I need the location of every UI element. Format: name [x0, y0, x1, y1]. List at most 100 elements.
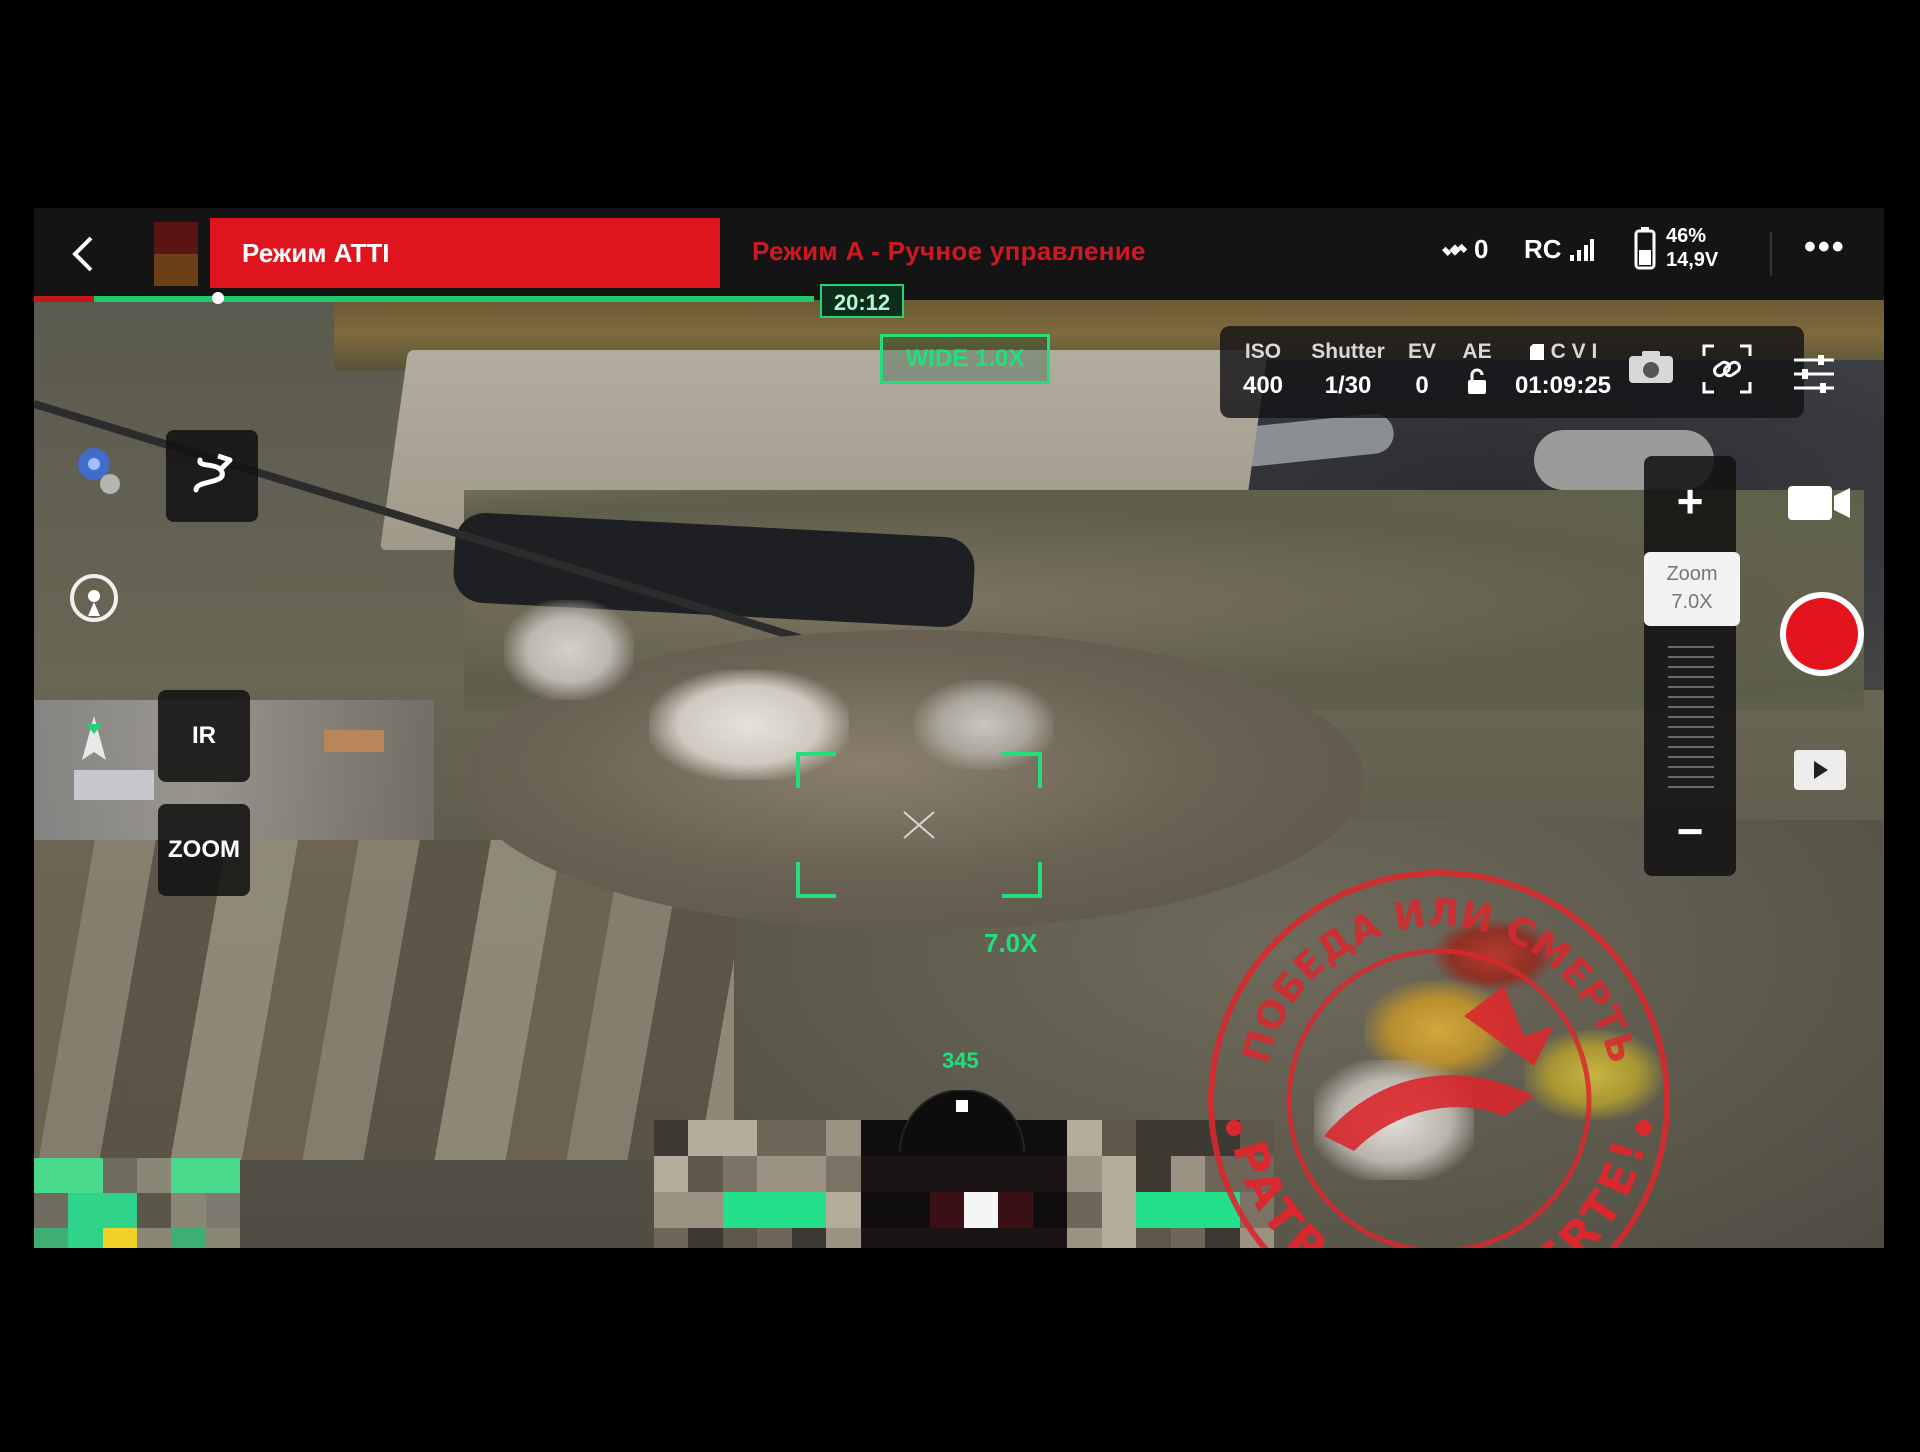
mosaic-pixel [895, 1156, 930, 1192]
mosaic-pixel [171, 1193, 206, 1228]
mosaic-pixel [34, 1193, 69, 1228]
mosaic-pixel [688, 1192, 723, 1228]
iso-label: ISO [1244, 340, 1282, 363]
mosaic-pixel [860, 1228, 896, 1248]
aircraft-status-icon[interactable] [154, 222, 198, 286]
top-status-bar: Режим ATTI Режим A - Ручное управление 0… [34, 208, 1884, 300]
more-options-button[interactable]: ••• [1804, 228, 1846, 267]
mosaic-pixel [1101, 1120, 1137, 1156]
mosaic-pixel [963, 1156, 999, 1192]
mosaic-pixel [688, 1156, 723, 1192]
satellite-count: 0 [1474, 234, 1489, 264]
shutter-label: Shutter [1311, 340, 1385, 363]
reticle-zoom-label: 7.0X [984, 928, 1038, 958]
mosaic-pixel [1136, 1120, 1171, 1156]
mosaic-pixel [1032, 1120, 1068, 1156]
home-point-icon[interactable] [64, 570, 124, 630]
mosaic-pixel [826, 1192, 861, 1228]
mosaic-pixel [205, 1228, 240, 1248]
mosaic-pixel [102, 1158, 137, 1193]
video-mode-icon[interactable] [1786, 480, 1852, 526]
mosaic-pixel [860, 1120, 896, 1156]
record-time-remaining: 01:09:25 [1514, 372, 1612, 399]
zoom-slider-ticks[interactable] [1668, 646, 1714, 796]
rc-label: RC [1524, 234, 1562, 264]
battery-icon [1634, 227, 1656, 270]
zoom-title: Zoom [1666, 563, 1718, 585]
mosaic-pixel [136, 1193, 172, 1228]
zoom-slider[interactable]: + Zoom 7.0X − [1644, 456, 1740, 876]
mosaic-pixel [34, 1158, 69, 1193]
mosaic-pixel [68, 1193, 103, 1228]
mosaic-pixel [722, 1120, 758, 1156]
mosaic-pixel [757, 1228, 792, 1248]
mosaic-pixel [1032, 1156, 1068, 1192]
playback-button[interactable] [1794, 750, 1846, 790]
mosaic-pixel [998, 1192, 1033, 1228]
flight-route-button[interactable] [166, 430, 258, 522]
mosaic-pixel [895, 1192, 930, 1228]
mosaic-pixel [791, 1192, 827, 1228]
mosaic-pixel [1101, 1228, 1137, 1248]
seal-bottom-text: PATRIA O MUERTE! [1222, 1134, 1656, 1248]
mosaic-pixel [929, 1156, 964, 1192]
topbar-divider [1770, 232, 1772, 276]
iso-value: 400 [1242, 372, 1284, 399]
mosaic-pixel [102, 1228, 137, 1248]
zoom-lens-button[interactable]: ZOOM [158, 804, 250, 896]
link-icon[interactable] [1700, 342, 1754, 396]
mosaic-pixel [1170, 1156, 1206, 1192]
route-icon [193, 453, 233, 493]
zoom-in-button[interactable]: + [1644, 466, 1736, 536]
flight-mode-description: Режим A - Ручное управление [752, 236, 1146, 266]
mosaic-pixel [963, 1228, 999, 1248]
camera-feed: IR ZOOM 7.0X 345 ПОБЕДА ИЛИ СМЕРТЬ PATRI… [34, 300, 1884, 1248]
target-reticle [796, 752, 1042, 898]
pixelated-minimap [34, 1158, 240, 1248]
signal-bars-icon [1569, 238, 1594, 261]
mosaic-pixel [963, 1192, 999, 1228]
settings-sliders-icon[interactable] [1790, 350, 1838, 398]
shutter-value: 1/30 [1324, 372, 1372, 399]
mosaic-pixel [826, 1228, 861, 1248]
battery-percent: 46% [1666, 225, 1707, 247]
flight-progress-handle [212, 292, 224, 304]
svg-text:PATRIA O MUERTE!: PATRIA O MUERTE! [1222, 1134, 1656, 1248]
gps-status[interactable]: 0 [1442, 234, 1488, 265]
mosaic-pixel [68, 1228, 103, 1248]
svg-text:ПОБЕДА ИЛИ СМЕРТЬ: ПОБЕДА ИЛИ СМЕРТЬ [1233, 891, 1644, 1068]
zoom-value: 7.0X [1671, 591, 1713, 613]
camera-settings-panel[interactable]: ISO 400 Shutter 1/30 EV 0 AE C V I 01:09… [1220, 326, 1804, 418]
ev-value: 0 [1415, 372, 1429, 399]
mosaic-pixel [1101, 1192, 1137, 1228]
flight-mode-banner[interactable]: Режим ATTI [210, 218, 720, 288]
mosaic-pixel [791, 1120, 827, 1156]
sd-card-icon [1529, 344, 1544, 360]
drone-controller-screen: IR ZOOM 7.0X 345 ПОБЕДА ИЛИ СМЕРТЬ PATRI… [34, 208, 1884, 1248]
mosaic-pixel [1032, 1192, 1068, 1228]
mosaic-pixel [654, 1228, 689, 1248]
mosaic-pixel [205, 1158, 240, 1193]
back-button[interactable] [62, 230, 102, 278]
photo-mode-icon[interactable] [1628, 350, 1674, 384]
mosaic-pixel [171, 1228, 206, 1248]
mosaic-pixel [826, 1156, 861, 1192]
mosaic-pixel [654, 1120, 689, 1156]
map-pin-icon [78, 448, 120, 494]
lens-mode-label[interactable]: WIDE 1.0X [880, 334, 1050, 384]
ir-button[interactable]: IR [158, 690, 250, 782]
zoom-out-button[interactable]: − [1644, 796, 1736, 866]
flight-progress-fill [94, 296, 814, 302]
rc-signal[interactable]: RC [1524, 234, 1594, 265]
mosaic-pixel [757, 1192, 792, 1228]
mosaic-pixel [34, 1228, 69, 1248]
house-roof [324, 730, 384, 752]
smoke [504, 600, 634, 700]
battery-voltage: 14,9V [1666, 249, 1719, 271]
battery-status[interactable]: 46% 14,9V [1634, 224, 1718, 272]
mosaic-pixel [929, 1228, 964, 1248]
ae-label: AE [1462, 340, 1492, 363]
mosaic-pixel [1170, 1120, 1206, 1156]
flight-time-readout: 20:12 [820, 284, 904, 318]
record-button[interactable] [1780, 592, 1864, 676]
